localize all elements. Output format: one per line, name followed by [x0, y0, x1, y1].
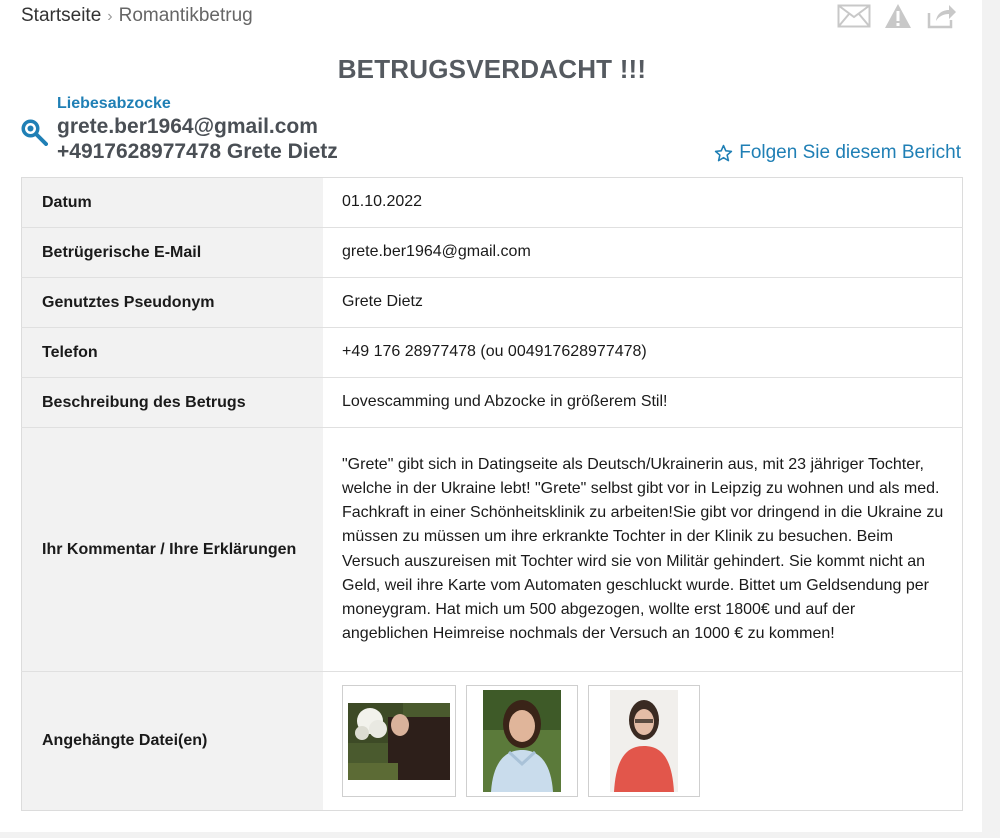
page-scrollbar-rail[interactable] — [982, 0, 1000, 838]
table-row: Betrügerische E-Mail grete.ber1964@gmail… — [21, 227, 963, 278]
report-details-table: Datum 01.10.2022 Betrügerische E-Mail gr… — [21, 177, 963, 811]
table-row: Genutztes Pseudonym Grete Dietz — [21, 277, 963, 328]
description-label: Beschreibung des Betrugs — [21, 377, 323, 428]
attachment-image — [348, 702, 450, 780]
breadcrumb-current: Romantikbetrug — [118, 5, 253, 26]
email-value: grete.ber1964@gmail.com — [323, 227, 963, 278]
star-outline-icon — [715, 144, 733, 161]
date-label: Datum — [21, 177, 323, 228]
breadcrumb: Startseite › Romantikbetrug — [21, 5, 253, 27]
breadcrumb-home-link[interactable]: Startseite — [21, 5, 101, 26]
report-actions — [836, 2, 960, 30]
attachment-thumbnail[interactable] — [588, 685, 700, 797]
attachment-thumbnails — [342, 685, 944, 797]
attachments-label: Angehängte Datei(en) — [21, 671, 323, 811]
email-label: Betrügerische E-Mail — [21, 227, 323, 278]
attachment-image — [483, 690, 561, 792]
table-row: Beschreibung des Betrugs Lovescamming un… — [21, 377, 963, 428]
attachment-image — [610, 690, 678, 792]
date-value: 01.10.2022 — [342, 193, 423, 211]
table-row: Telefon +49 176 28977478 (ou 00491762897… — [21, 327, 963, 378]
phone-value: +49 176 28977478 (ou 004917628977478) — [323, 327, 963, 378]
warning-icon[interactable] — [880, 2, 916, 30]
scam-phone-name-heading: +4917628977478 Grete Dietz — [57, 140, 338, 163]
table-row: Angehängte Datei(en) — [21, 671, 963, 811]
page-bottom-strip — [0, 832, 1000, 838]
page-title: BETRUGSVERDACHT !!! — [337, 54, 647, 84]
scam-category-link[interactable]: Liebesabzocke — [57, 95, 171, 113]
follow-report-label: Folgen Sie diesem Bericht — [739, 142, 961, 163]
pseudonym-label: Genutztes Pseudonym — [21, 277, 323, 328]
share-icon[interactable] — [924, 2, 960, 30]
comment-value: "Grete" gibt sich in Datingseite als Deu… — [323, 427, 963, 672]
comment-label: Ihr Kommentar / Ihre Erklärungen — [21, 427, 323, 672]
breadcrumb-separator: › — [107, 8, 113, 25]
envelope-icon[interactable] — [836, 2, 872, 30]
attachments-cell — [323, 671, 963, 811]
attachment-thumbnail[interactable] — [342, 685, 456, 797]
follow-report-link[interactable]: Folgen Sie diesem Bericht — [714, 142, 961, 164]
table-row: Ihr Kommentar / Ihre Erklärungen "Grete"… — [21, 427, 963, 672]
pseudonym-value: Grete Dietz — [323, 277, 963, 328]
scam-email-heading: grete.ber1964@gmail.com — [57, 115, 318, 138]
phone-label: Telefon — [21, 327, 323, 378]
magnifier-icon — [20, 118, 48, 146]
attachment-thumbnail[interactable] — [466, 685, 578, 797]
description-value: Lovescamming und Abzocke in größerem Sti… — [323, 377, 963, 428]
table-row: Datum 01.10.2022 — [21, 177, 963, 228]
